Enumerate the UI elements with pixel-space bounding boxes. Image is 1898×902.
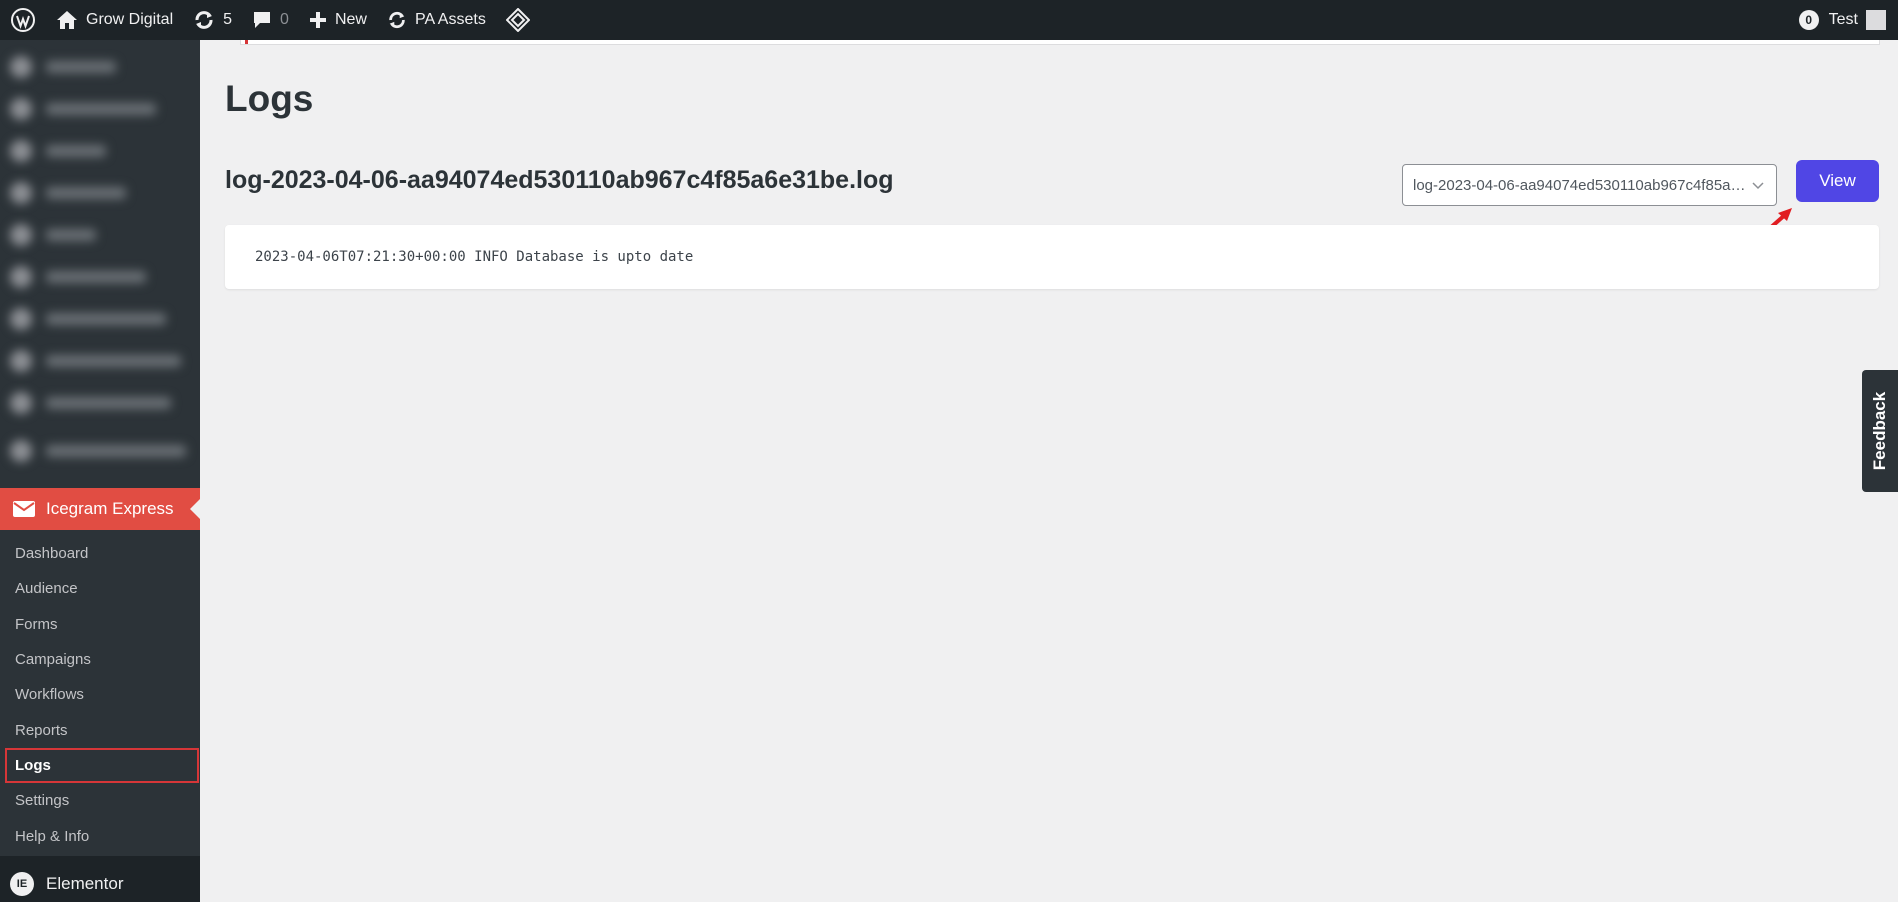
icegram-submenu: Dashboard Audience Forms Campaigns Workf…: [0, 530, 200, 856]
log-line: 2023-04-06T07:21:30+00:00 INFO Database …: [255, 249, 694, 265]
submenu-reports[interactable]: Reports: [0, 712, 200, 747]
diamond-logo-icon[interactable]: [496, 0, 540, 40]
refresh-icon: [389, 11, 405, 29]
log-file-select[interactable]: log-2023-04-06-aa94074ed530110ab967c4f85…: [1402, 164, 1777, 206]
submenu-forms[interactable]: Forms: [0, 607, 200, 642]
notifications-badge[interactable]: 0: [1798, 10, 1819, 30]
comments-link[interactable]: 0: [242, 0, 299, 40]
log-content-panel: 2023-04-06T07:21:30+00:00 INFO Database …: [225, 225, 1879, 289]
elementor-icon: IE: [10, 872, 34, 896]
blurred-menu-section: [0, 40, 200, 488]
log-file-title: log-2023-04-06-aa94074ed530110ab967c4f85…: [225, 166, 894, 194]
admin-bar: Grow Digital 5 0 New PA Assets 0 Test: [0, 0, 1898, 40]
user-account-link[interactable]: Test: [1819, 0, 1898, 40]
page-title: Logs: [225, 78, 314, 119]
avatar: [1866, 10, 1886, 30]
submenu-audience[interactable]: Audience: [0, 571, 200, 606]
submenu-settings[interactable]: Settings: [0, 783, 200, 818]
notice-strip: [240, 40, 1880, 45]
updates-link[interactable]: 5: [183, 0, 242, 40]
new-content-link[interactable]: New: [299, 0, 377, 40]
site-name: Grow Digital: [86, 11, 174, 28]
updates-count: 5: [223, 11, 233, 28]
updates-icon: [195, 11, 213, 29]
admin-sidebar: Icegram Express Dashboard Audience Forms…: [0, 40, 200, 902]
chevron-down-icon: [1752, 182, 1764, 190]
user-name: Test: [1828, 11, 1858, 28]
comments-count: 0: [280, 11, 289, 28]
elementor-label: Elementor: [46, 874, 124, 893]
new-label: New: [334, 11, 367, 28]
elementor-menu[interactable]: IE Elementor: [0, 866, 200, 902]
pa-assets-label: PA Assets: [414, 11, 486, 28]
icegram-express-label: Icegram Express: [46, 499, 174, 518]
comment-icon: [254, 12, 271, 28]
feedback-label: Feedback: [1870, 391, 1889, 471]
site-name-link[interactable]: Grow Digital: [46, 0, 183, 40]
submenu-help-info[interactable]: Help & Info: [0, 818, 200, 853]
feedback-tab[interactable]: Feedback: [1862, 370, 1898, 492]
submenu-workflows[interactable]: Workflows: [0, 677, 200, 712]
submenu-campaigns[interactable]: Campaigns: [0, 642, 200, 677]
submenu-dashboard[interactable]: Dashboard: [0, 536, 200, 571]
wordpress-logo-icon[interactable]: [0, 0, 46, 40]
plus-icon: [309, 12, 326, 28]
icegram-express-menu[interactable]: Icegram Express: [0, 488, 200, 530]
pa-assets-link[interactable]: PA Assets: [377, 0, 496, 40]
home-icon: [57, 11, 77, 29]
log-file-select-value: log-2023-04-06-aa94074ed530110ab967c4f85…: [1413, 176, 1748, 194]
submenu-logs[interactable]: Logs: [5, 747, 199, 784]
view-button[interactable]: View: [1796, 160, 1879, 202]
envelope-icon: [13, 501, 35, 517]
